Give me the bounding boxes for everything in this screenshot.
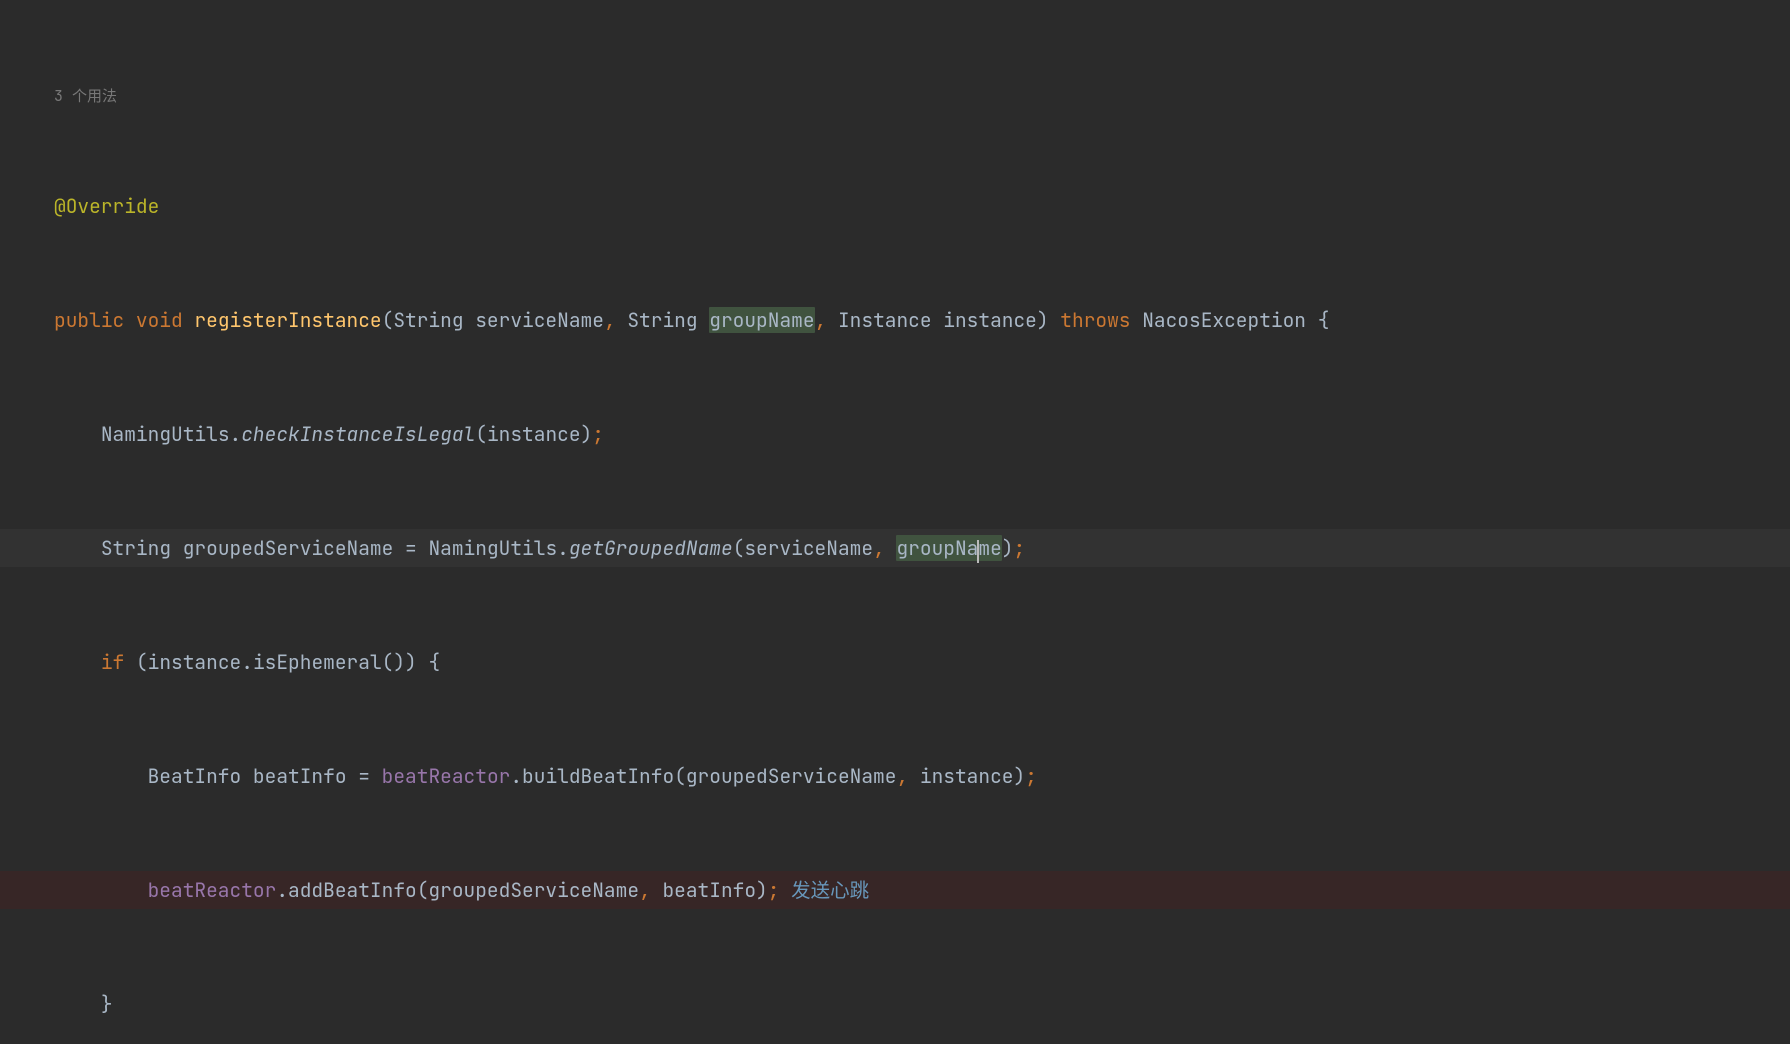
- keyword-public: public: [54, 307, 124, 333]
- var-type: BeatInfo: [148, 763, 242, 789]
- code-line-breakpoint[interactable]: beatReactor.addBeatInfo(groupedServiceNa…: [0, 871, 1790, 909]
- method-call: buildBeatInfo: [522, 763, 674, 789]
- param-type: String: [627, 307, 697, 333]
- var-type: String: [101, 535, 171, 561]
- code-editor[interactable]: 3 个用法 @Override public void registerInst…: [0, 10, 1790, 1044]
- text-caret: [977, 540, 979, 563]
- inline-comment: 发送心跳: [791, 877, 869, 903]
- var-ref: instance: [148, 649, 242, 675]
- code-line[interactable]: if (instance.isEphemeral()) {: [0, 643, 1790, 681]
- arg: groupedServiceName: [686, 763, 897, 789]
- keyword-if: if: [101, 649, 124, 675]
- param-type: String: [393, 307, 463, 333]
- method-call: isEphemeral: [253, 649, 382, 675]
- var-name: beatInfo: [253, 763, 347, 789]
- code-line[interactable]: public void registerInstance(String serv…: [0, 301, 1790, 339]
- code-line[interactable]: BeatInfo beatInfo = beatReactor.buildBea…: [0, 757, 1790, 795]
- annotation: @Override: [54, 193, 159, 219]
- code-line[interactable]: @Override: [0, 187, 1790, 225]
- arg-highlighted: groupName: [896, 535, 1001, 561]
- keyword-throws: throws: [1060, 307, 1130, 333]
- param-name: serviceName: [475, 307, 604, 333]
- arg: beatInfo: [662, 877, 756, 903]
- keyword-void: void: [136, 307, 183, 333]
- class-ref: NamingUtils: [101, 421, 230, 447]
- arg: serviceName: [744, 535, 873, 561]
- arg: groupedServiceName: [428, 877, 639, 903]
- method-name: registerInstance: [194, 307, 381, 333]
- usages-hint[interactable]: 3 个用法: [0, 86, 1790, 107]
- code-line-current[interactable]: String groupedServiceName = NamingUtils.…: [0, 529, 1790, 567]
- code-line[interactable]: NamingUtils.checkInstanceIsLegal(instanc…: [0, 415, 1790, 453]
- field-ref: beatReactor: [148, 877, 277, 903]
- code-line[interactable]: }: [0, 985, 1790, 1023]
- param-name-highlighted: groupName: [709, 307, 814, 333]
- exception-type: NacosException: [1142, 307, 1306, 333]
- field-ref: beatReactor: [382, 763, 511, 789]
- arg: instance: [487, 421, 581, 447]
- static-method-call: checkInstanceIsLegal: [241, 421, 475, 447]
- param-name: instance: [943, 307, 1037, 333]
- var-name: groupedServiceName: [183, 535, 394, 561]
- param-type: Instance: [838, 307, 932, 333]
- static-method-call: getGroupedName: [569, 535, 733, 561]
- class-ref: NamingUtils: [428, 535, 557, 561]
- method-call: addBeatInfo: [288, 877, 417, 903]
- arg: instance: [920, 763, 1014, 789]
